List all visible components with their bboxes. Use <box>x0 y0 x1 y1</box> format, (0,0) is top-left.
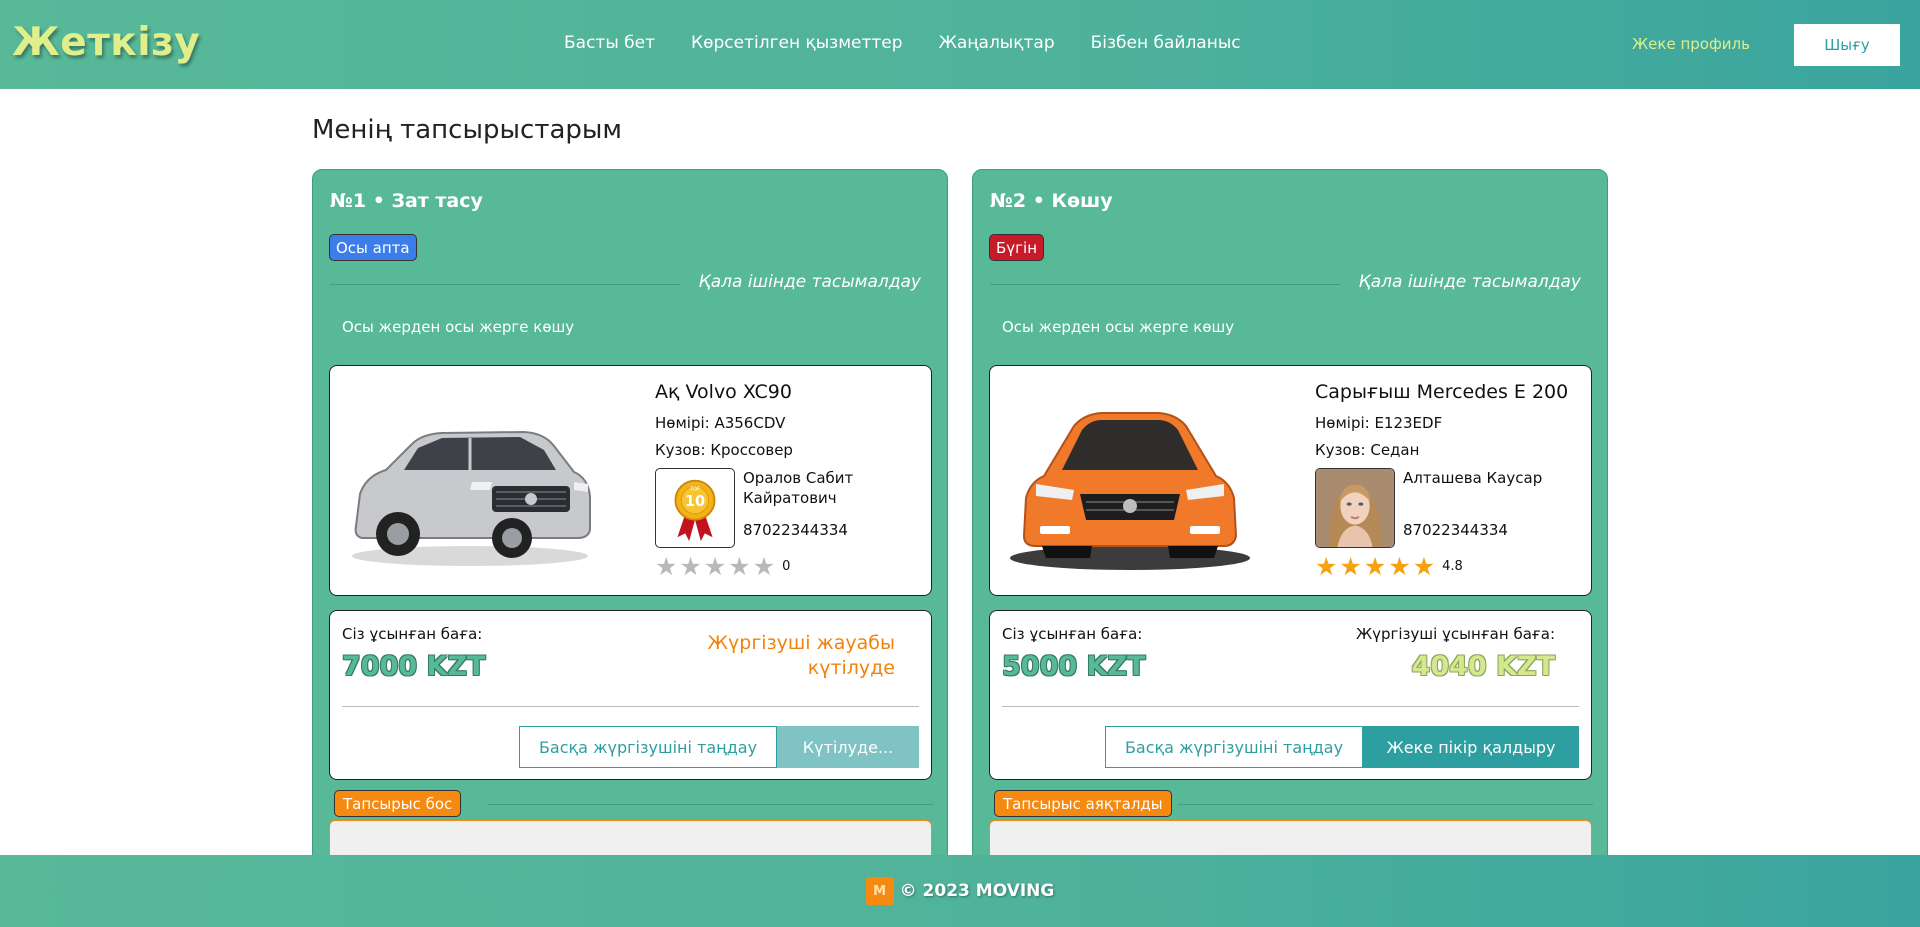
order-title: №2 • Көшу <box>990 190 1113 212</box>
star-icon: ★ <box>1363 552 1387 581</box>
driver-phone: 87022344334 <box>1403 521 1508 539</box>
star-icon: ★ <box>1339 552 1362 581</box>
driver-name: Оралов Сабит Кайратович <box>743 469 854 507</box>
rating-value: 4.8 <box>1442 559 1463 574</box>
footer-copyright: © 2023 MOVING <box>899 881 1055 901</box>
order-card: №1 • Зат тасу Осы апта Қала ішінде тасым… <box>312 169 948 869</box>
order-route: Осы жерден осы жерге көшу <box>342 318 575 336</box>
driver-rating: ★ ★ ★ ★ ★ 0 <box>655 554 790 579</box>
your-price-value: 7000 KZT <box>342 651 486 682</box>
page-title: Менің тапсырыстарым <box>312 115 623 145</box>
star-icon: ★ <box>1412 552 1436 581</box>
order-route: Осы жерден осы жерге көшу <box>1002 318 1235 336</box>
site-header: Жеткізу Басты бет Көрсетілген қызметтер … <box>0 0 1920 89</box>
leave-review-button[interactable]: Жеке пікір қалдыру <box>1363 726 1579 768</box>
divider <box>1002 706 1579 707</box>
car-plate-number: Нөмірі: A356CDV <box>655 414 786 432</box>
order-status-badge: Тапсырыс аяқталды <box>994 790 1172 817</box>
car-info-box: Сарығыш Mercedes E 200 Нөмірі: E123EDF К… <box>989 365 1592 596</box>
your-price-label: Сіз ұсынған баға: <box>1002 625 1143 643</box>
divider <box>1178 804 1593 805</box>
divider <box>330 284 680 285</box>
choose-other-driver-button[interactable]: Басқа жүргізушіні таңдау <box>519 726 777 768</box>
star-icon: ★ <box>728 552 751 581</box>
order-card: №2 • Көшу Бүгін Қала ішінде тасымалдау О… <box>972 169 1608 869</box>
driver-phone: 87022344334 <box>743 521 848 539</box>
star-icon: ★ <box>1388 552 1411 581</box>
divider <box>488 804 933 805</box>
driver-name: Алташева Каусар <box>1403 469 1543 487</box>
driver-rating: ★ ★ ★ ★ ★ 4.8 <box>1315 554 1463 579</box>
nav-services[interactable]: Көрсетілген қызметтер <box>691 33 903 53</box>
site-logo[interactable]: Жеткізу <box>12 20 200 65</box>
car-image <box>1010 412 1250 570</box>
order-category: Қала ішінде тасымалдау <box>1358 272 1581 292</box>
driver-response-status: Жүргізуші жауабы күтілуде <box>707 632 895 679</box>
nav-news[interactable]: Жаңалықтар <box>939 33 1055 53</box>
price-box: Сіз ұсынған баға: 5000 KZT Жүргізуші ұсы… <box>989 610 1592 780</box>
driver-avatar <box>1315 468 1395 548</box>
driver-price-value: 4040 KZT <box>1411 651 1555 682</box>
order-category: Қала ішінде тасымалдау <box>698 272 921 292</box>
car-info-box: Ақ Volvo XC90 Нөмірі: A356CDV Кузов: Кро… <box>329 365 932 596</box>
order-title: №1 • Зат тасу <box>330 190 483 212</box>
star-icon: ★ <box>655 552 678 581</box>
svg-text:TOP: TOP <box>689 486 700 492</box>
choose-other-driver-button[interactable]: Басқа жүргізушіні таңдау <box>1105 726 1363 768</box>
profile-link[interactable]: Жеке профиль <box>1632 35 1750 53</box>
car-name: Сарығыш Mercedes E 200 <box>1315 381 1569 403</box>
star-icon: ★ <box>1315 552 1338 581</box>
car-name: Ақ Volvo XC90 <box>655 381 792 403</box>
main-nav: Басты бет Көрсетілген қызметтер Жаңалықт… <box>564 33 1241 53</box>
nav-home[interactable]: Басты бет <box>564 33 655 53</box>
order-status-badge: Тапсырыс бос <box>334 790 462 817</box>
logout-button[interactable]: Шығу <box>1794 24 1900 66</box>
star-icon: ★ <box>703 552 727 581</box>
date-badge: Осы апта <box>329 234 417 261</box>
divider <box>990 284 1340 285</box>
nav-contact[interactable]: Бізбен байланыс <box>1091 33 1241 53</box>
car-body-type: Кузов: Кроссовер <box>655 441 793 459</box>
divider <box>342 706 919 707</box>
your-price-label: Сіз ұсынған баға: <box>342 625 483 643</box>
your-price-value: 5000 KZT <box>1002 651 1146 682</box>
svg-text:10: 10 <box>685 493 705 510</box>
car-image <box>352 430 591 566</box>
driver-price-label: Жүргізуші ұсынған баға: <box>1355 625 1555 643</box>
car-plate-number: Нөмірі: E123EDF <box>1315 414 1443 432</box>
star-icon: ★ <box>679 552 702 581</box>
site-footer: M © 2023 MOVING <box>0 855 1920 927</box>
footer-logo-icon: M <box>865 877 894 905</box>
top-10-medal-icon: 10 TOP <box>655 468 735 548</box>
waiting-button[interactable]: Күтілуде... <box>777 726 919 768</box>
price-box: Сіз ұсынған баға: 7000 KZT Жүргізуші жау… <box>329 610 932 780</box>
rating-value: 0 <box>782 559 791 574</box>
car-body-type: Кузов: Седан <box>1315 441 1420 459</box>
star-icon: ★ <box>752 552 776 581</box>
date-badge: Бүгін <box>989 234 1045 261</box>
